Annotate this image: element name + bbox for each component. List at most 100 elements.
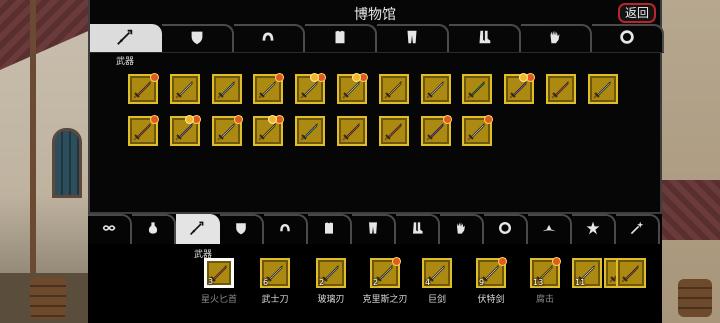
arched-window (52, 128, 82, 198)
museum-tab-boots[interactable] (448, 24, 521, 52)
museum-tab-armor[interactable] (305, 24, 377, 52)
museum-item-slot[interactable] (504, 73, 536, 104)
museum-tab-pants[interactable] (377, 24, 449, 52)
museum-item-slot[interactable] (253, 73, 285, 104)
museum-item-slot[interactable] (253, 115, 285, 146)
museum-item-slot[interactable] (378, 74, 409, 104)
museum-item-slot[interactable] (128, 115, 159, 146)
inventory-item-slot[interactable]: 4 (422, 258, 452, 288)
item-count: 4 (425, 278, 431, 287)
sword-icon (116, 28, 134, 50)
item-count: 2 (373, 278, 379, 287)
museum-item-slot[interactable] (211, 115, 243, 146)
museum-item-slot[interactable] (295, 116, 326, 146)
inventory-item-slot[interactable]: 2 (370, 257, 401, 288)
museum-tab-sword[interactable] (90, 24, 162, 52)
inventory-item-slot[interactable]: 3 (204, 258, 234, 288)
gloves-icon (453, 220, 469, 240)
pants-icon (365, 220, 381, 240)
wand-icon (629, 220, 645, 240)
museum-item-slot[interactable] (169, 115, 201, 146)
museum-item-slot[interactable] (337, 73, 368, 104)
gem-icon (233, 115, 243, 124)
museum-item-slot[interactable] (337, 116, 367, 146)
inventory-tab-helmet[interactable] (264, 214, 308, 244)
museum-tab-helmet[interactable] (233, 24, 306, 52)
inventory-tab-boots[interactable] (396, 214, 440, 244)
museum-item-slot[interactable] (211, 74, 242, 104)
inventory-item-slot[interactable]: 6 (260, 258, 290, 288)
shield-icon (188, 28, 206, 50)
inventory-tab-potion[interactable] (132, 214, 176, 244)
back-button[interactable]: 返回 (618, 3, 656, 23)
inventory-item-slot[interactable]: 9 (476, 257, 507, 288)
inventory-tab-shield[interactable] (220, 214, 264, 244)
museum-item-slot[interactable] (587, 74, 618, 104)
ring-icon (618, 28, 636, 50)
pants-icon (403, 28, 421, 50)
inventory-tab-star[interactable] (572, 214, 616, 244)
armor-icon (331, 28, 349, 50)
sword-icon (189, 220, 205, 240)
item-count: 6 (263, 278, 269, 287)
museum-tab-shield[interactable] (161, 24, 234, 52)
barrel-left (30, 277, 66, 319)
inventory-tab-pants[interactable] (352, 214, 396, 244)
inventory-item-slot[interactable]: 13 (530, 257, 561, 288)
gem-icon (442, 115, 452, 124)
gem-icon (392, 257, 401, 266)
right-roof (660, 180, 720, 240)
inventory-tab-wand[interactable] (616, 214, 660, 244)
gem-icon (552, 257, 561, 266)
armor-icon (321, 220, 337, 240)
tab-divider (90, 52, 664, 53)
ring-icon (497, 220, 513, 240)
inventory-category-tabs (88, 214, 662, 244)
hat-icon (541, 220, 557, 240)
gem-icon (498, 257, 507, 266)
museum-item-slot[interactable] (420, 74, 451, 104)
gem-icon (184, 115, 194, 124)
inventory-bar: 武器 3 星火匕首 6 武士刀 2 玻璃刃 2 克里斯之刃 4 巨剑 9 伏特剑 13 腐击 11 (88, 214, 662, 323)
inventory-tab-armor[interactable] (308, 214, 352, 244)
gem-icon (150, 73, 159, 82)
gloves-icon (546, 28, 564, 50)
gem-icon (352, 73, 361, 82)
barrel-right (678, 279, 712, 317)
inventory-item-name: 腐击 (535, 295, 554, 305)
inventory-item-slot[interactable]: 2 (316, 258, 346, 288)
museum-category-tabs (90, 24, 664, 52)
museum-item-slot[interactable] (128, 73, 159, 104)
item-count: 3 (208, 277, 214, 286)
inventory-tab-hat[interactable] (528, 214, 572, 244)
museum-item-slot[interactable] (462, 115, 494, 146)
item-count: 9 (479, 278, 485, 287)
museum-item-slot[interactable] (546, 74, 576, 104)
right-building (660, 0, 720, 323)
museum-tab-gloves[interactable] (520, 24, 593, 52)
inventory-item-slot[interactable]: 11 (572, 258, 602, 288)
museum-tab-ring[interactable] (592, 24, 664, 52)
left-building (0, 0, 95, 323)
item-count: 11 (575, 278, 586, 287)
boots-icon (409, 220, 425, 240)
museum-item-slot[interactable] (378, 116, 409, 146)
shield-icon (233, 220, 249, 240)
helmet-icon (277, 220, 293, 240)
museum-item-slot[interactable] (295, 73, 327, 104)
left-roof (0, 0, 95, 70)
helmet-icon (259, 28, 277, 50)
category-label: 武器 (116, 57, 135, 67)
museum-item-slot[interactable] (462, 74, 493, 104)
star-icon (585, 220, 601, 240)
potion-icon (145, 220, 161, 240)
boots-icon (475, 28, 493, 50)
item-count: 2 (319, 278, 325, 287)
museum-item-slot[interactable] (169, 74, 200, 104)
inventory-tab-ring[interactable] (484, 214, 528, 244)
inventory-tab-sword[interactable] (176, 214, 220, 244)
inventory-item-slot[interactable] (616, 258, 646, 288)
inventory-tab-infinity[interactable] (88, 214, 132, 244)
museum-item-slot[interactable] (420, 115, 452, 146)
inventory-tab-gloves[interactable] (440, 214, 484, 244)
